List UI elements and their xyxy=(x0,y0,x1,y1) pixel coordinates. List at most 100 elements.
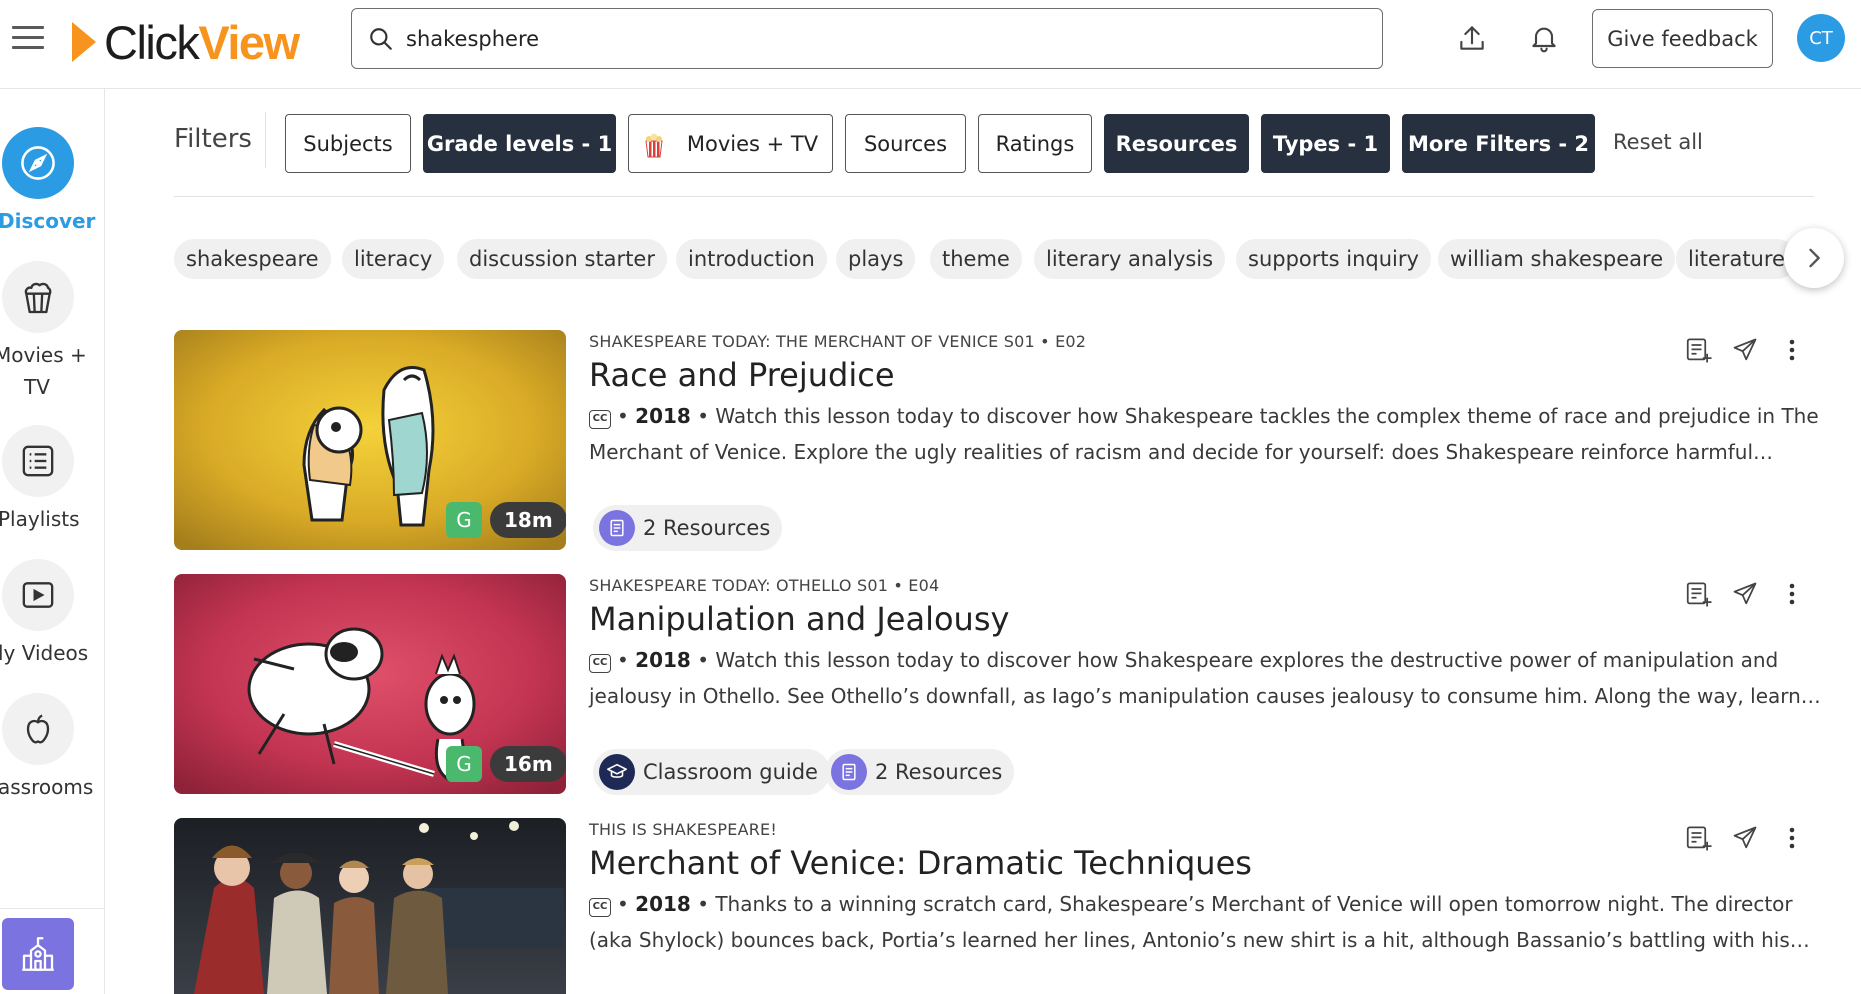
result-card: G 18m SHAKESPEARE TODAY: THE MERCHANT OF… xyxy=(174,330,1834,552)
compass-icon xyxy=(2,127,74,199)
filter-resources-button[interactable]: Resources xyxy=(1104,114,1249,173)
resources-label: 2 Resources xyxy=(875,760,1003,784)
hamburger-menu-icon[interactable] xyxy=(12,26,44,50)
search-bar[interactable] xyxy=(351,8,1383,69)
document-icon xyxy=(599,510,635,546)
tag-chips: shakespeare literacy discussion starter … xyxy=(174,239,1794,279)
closed-captions-icon: CC xyxy=(589,653,611,673)
closed-captions-icon: CC xyxy=(589,897,611,917)
popcorn-icon xyxy=(645,133,663,157)
sidebar-item-label: Movies + xyxy=(0,343,87,367)
search-icon xyxy=(370,27,392,50)
separator: • xyxy=(617,892,629,916)
give-feedback-button[interactable]: Give feedback xyxy=(1592,9,1773,68)
logo-text-click: Click xyxy=(104,15,200,69)
share-icon[interactable] xyxy=(1725,574,1765,614)
description-text: Watch this lesson today to discover how … xyxy=(589,648,1821,708)
sidebar-item-my-videos[interactable]: ly Videos xyxy=(0,559,105,669)
video-year: 2018 xyxy=(635,892,691,916)
video-title[interactable]: Merchant of Venice: Dramatic Techniques xyxy=(589,844,1252,882)
chip-discussion-starter[interactable]: discussion starter xyxy=(457,239,667,279)
filter-grade-levels-button[interactable]: Grade levels - 1 xyxy=(423,114,616,173)
add-to-playlist-icon[interactable] xyxy=(1679,818,1719,858)
sidebar-item-label: ly Videos xyxy=(0,641,89,665)
sidebar-item-movies-tv[interactable]: Movies + TV xyxy=(0,261,105,401)
separator: • xyxy=(697,404,709,428)
filters-divider xyxy=(265,112,266,168)
classroom-guide-label: Classroom guide xyxy=(643,760,818,784)
chip-literature[interactable]: literature xyxy=(1676,239,1794,279)
video-title[interactable]: Manipulation and Jealousy xyxy=(589,600,1009,638)
list-icon xyxy=(2,425,74,497)
logo-text-view: View xyxy=(198,15,300,69)
share-icon[interactable] xyxy=(1725,818,1765,858)
user-avatar[interactable]: CT xyxy=(1797,14,1845,62)
rating-badge: G xyxy=(446,502,482,538)
video-description: CC • 2018 • Watch this lesson today to di… xyxy=(589,642,1829,714)
more-options-icon[interactable] xyxy=(1772,818,1812,858)
reset-all-link[interactable]: Reset all xyxy=(1613,130,1703,154)
chip-literacy[interactable]: literacy xyxy=(342,239,445,279)
filter-more-filters-button[interactable]: More Filters - 2 xyxy=(1402,114,1595,173)
video-thumbnail[interactable]: G 16m xyxy=(174,574,566,794)
more-options-icon[interactable] xyxy=(1772,330,1812,370)
resources-label: 2 Resources xyxy=(643,516,771,540)
sidebar-item-label-line2: TV xyxy=(24,375,50,399)
duration-badge: 18m xyxy=(490,502,566,538)
chip-introduction[interactable]: introduction xyxy=(676,239,827,279)
series-label: SHAKESPEARE TODAY: THE MERCHANT OF VENIC… xyxy=(589,332,1087,351)
result-card: G 16m SHAKESPEARE TODAY: OTHELLO S01 • E… xyxy=(174,574,1834,796)
share-icon[interactable] xyxy=(1725,330,1765,370)
chip-supports-inquiry[interactable]: supports inquiry xyxy=(1236,239,1431,279)
graduation-cap-icon xyxy=(599,754,635,790)
separator: • xyxy=(697,648,709,672)
search-input[interactable] xyxy=(406,26,1356,51)
video-thumbnail[interactable]: G 18m xyxy=(174,330,566,550)
bell-icon[interactable] xyxy=(1524,18,1564,58)
sidebar: Discover Movies + TV Playlists ly Videos… xyxy=(0,89,105,994)
chip-theme[interactable]: theme xyxy=(930,239,1022,279)
description-text: Thanks to a winning scratch card, Shakes… xyxy=(589,892,1810,952)
upload-icon[interactable] xyxy=(1452,18,1492,58)
sidebar-divider xyxy=(0,908,104,909)
add-to-playlist-icon[interactable] xyxy=(1679,330,1719,370)
separator: • xyxy=(617,648,629,672)
filter-movies-tv-button[interactable]: Movies + TV xyxy=(628,114,833,173)
video-description: CC • 2018 • Thanks to a winning scratch c… xyxy=(589,886,1829,958)
sidebar-item-discover[interactable]: Discover xyxy=(0,127,105,237)
popcorn-icon xyxy=(2,261,74,333)
series-label: SHAKESPEARE TODAY: OTHELLO S01 • E04 xyxy=(589,576,940,595)
clickview-logo[interactable]: ClickView xyxy=(72,14,300,70)
chip-plays[interactable]: plays xyxy=(836,239,916,279)
video-year: 2018 xyxy=(635,648,691,672)
apple-icon xyxy=(2,693,74,765)
video-title[interactable]: Race and Prejudice xyxy=(589,356,895,394)
document-icon xyxy=(831,754,867,790)
filter-ratings-button[interactable]: Ratings xyxy=(978,114,1092,173)
top-bar: ClickView Give feedback CT xyxy=(0,0,1861,89)
more-options-icon[interactable] xyxy=(1772,574,1812,614)
resources-chip[interactable]: 2 Resources xyxy=(825,749,1015,795)
classroom-guide-chip[interactable]: Classroom guide xyxy=(593,749,830,795)
video-description: CC • 2018 • Watch this lesson today to di… xyxy=(589,398,1829,470)
school-icon[interactable] xyxy=(2,918,74,990)
chevron-right-icon[interactable] xyxy=(1784,228,1844,288)
rating-badge: G xyxy=(446,746,482,782)
chip-shakespeare[interactable]: shakespeare xyxy=(174,239,331,279)
filter-types-button[interactable]: Types - 1 xyxy=(1261,114,1390,173)
filter-sources-button[interactable]: Sources xyxy=(845,114,966,173)
chip-william-shakespeare[interactable]: william shakespeare xyxy=(1438,239,1676,279)
sidebar-item-classrooms[interactable]: assrooms xyxy=(0,693,105,803)
separator: • xyxy=(697,892,709,916)
play-logo-icon xyxy=(72,22,96,62)
video-thumbnail[interactable] xyxy=(174,818,566,994)
resources-chip[interactable]: 2 Resources xyxy=(593,505,783,551)
sidebar-item-label: Playlists xyxy=(0,507,80,531)
sidebar-item-playlists[interactable]: Playlists xyxy=(0,425,105,535)
chip-literary-analysis[interactable]: literary analysis xyxy=(1034,239,1226,279)
series-label: THIS IS SHAKESPEARE! xyxy=(589,820,777,839)
filters-divider-line xyxy=(174,196,1814,197)
add-to-playlist-icon[interactable] xyxy=(1679,574,1719,614)
separator: • xyxy=(617,404,629,428)
filter-subjects-button[interactable]: Subjects xyxy=(285,114,411,173)
